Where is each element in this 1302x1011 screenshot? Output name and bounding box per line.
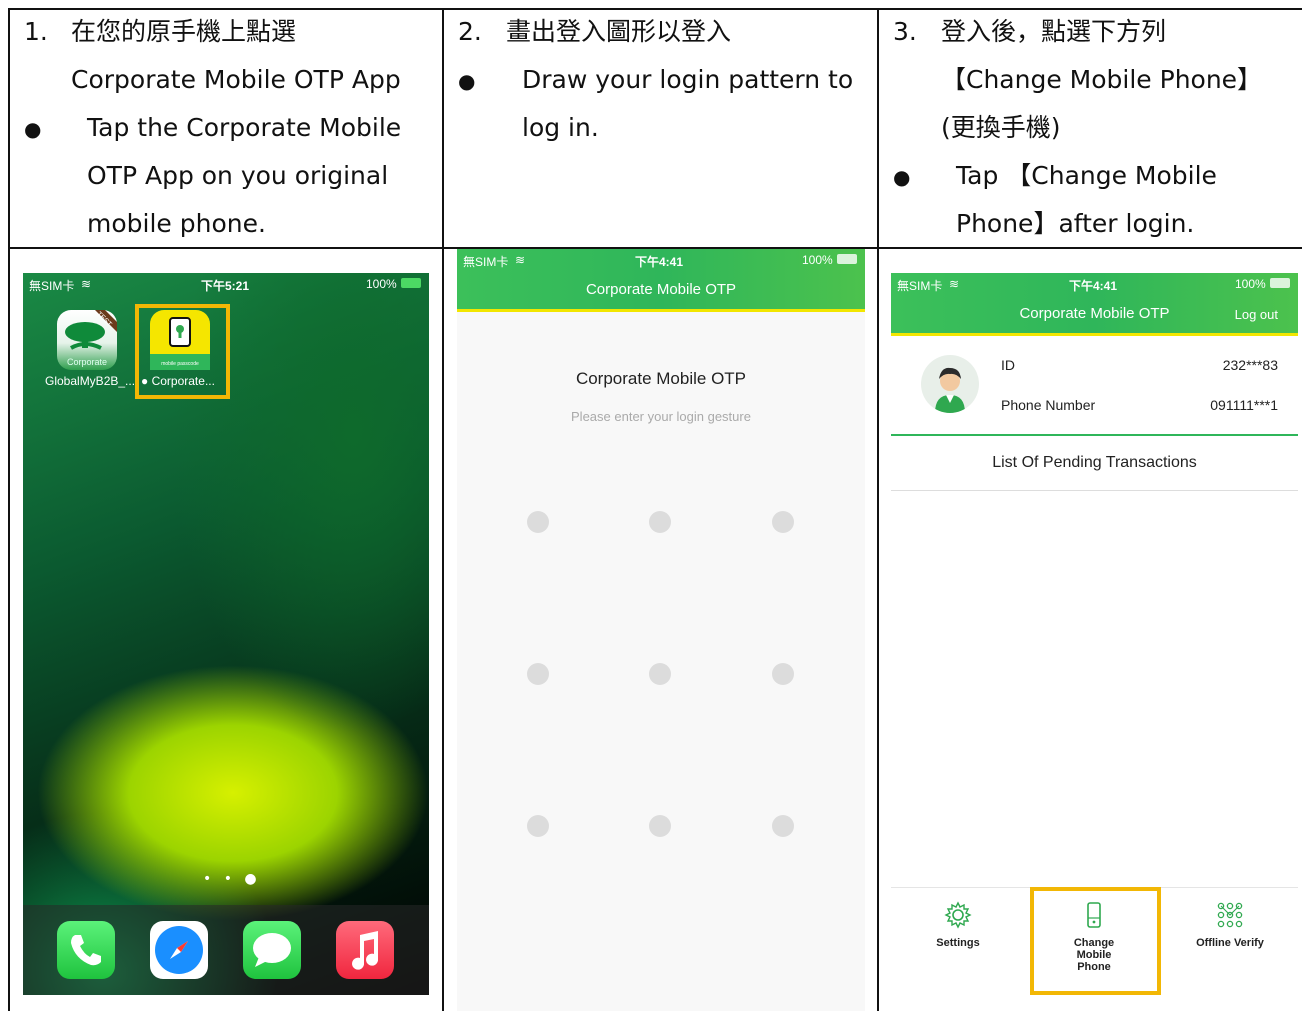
step-1-bullet: ●	[24, 117, 42, 141]
login-gesture-screenshot: 無SIM卡 ≋ 下午4:41 100% Corporate Mobile OTP…	[457, 249, 865, 1011]
step-3-number: 3.	[893, 17, 917, 46]
tab-highlight-box	[1030, 887, 1161, 995]
clock-text: 下午4:41	[635, 255, 684, 269]
step-1-number: 1.	[24, 17, 48, 46]
carrier-text: 無SIM卡	[29, 279, 75, 293]
step-3-zh3: (更換手機)	[941, 113, 1061, 142]
gesture-dot[interactable]	[527, 815, 549, 837]
battery-icon	[837, 254, 857, 264]
step-2-bullet: ●	[458, 69, 476, 93]
gesture-dot[interactable]	[649, 511, 671, 533]
id-label: ID	[1001, 357, 1015, 373]
carrier-text: 無SIM卡	[463, 255, 509, 269]
phone-handset-icon	[71, 935, 101, 966]
carrier-text: 無SIM卡	[897, 279, 943, 293]
grid-pattern-icon	[1217, 902, 1243, 928]
home-screen-screenshot: 無SIM卡 ≋ 下午5:21 100% TEST Corporate Globa…	[23, 273, 429, 995]
id-value: 232***83	[1222, 357, 1278, 373]
gear-icon	[944, 901, 972, 929]
gesture-dot[interactable]	[527, 511, 549, 533]
wifi-icon: ≋	[81, 277, 92, 291]
tab-offline-verify[interactable]: Offline Verify	[1180, 900, 1280, 949]
battery-text: 100%	[366, 277, 397, 291]
gesture-dot[interactable]	[527, 663, 549, 685]
gesture-dot[interactable]	[772, 663, 794, 685]
phone-number-label: Phone Number	[1001, 397, 1096, 413]
step-2-zh: 畫出登入圖形以登入	[506, 17, 732, 46]
wifi-icon: ≋	[515, 253, 526, 267]
tab-settings-label: Settings	[936, 937, 980, 949]
step-1-en-line-2: OTP App on you original	[87, 161, 389, 190]
globalmyb2b-app-label: GlobalMyB2B_...	[45, 374, 136, 388]
step-3-en-line-1: Tap 【Change Mobile	[956, 161, 1217, 190]
globalmyb2b-app-icon[interactable]: TEST Corporate	[57, 310, 117, 370]
safari-app-icon[interactable]	[150, 921, 208, 979]
app-header: 無SIM卡 ≋ 下午4:41 100% Corporate Mobile OTP…	[891, 273, 1298, 336]
page-indicator-dots: • • ●	[203, 871, 261, 887]
login-subtitle: Please enter your login gesture	[571, 409, 751, 424]
pending-transactions-title[interactable]: List Of Pending Transactions	[891, 454, 1298, 472]
clock-text: 下午4:41	[1069, 279, 1118, 293]
battery-icon	[1270, 278, 1290, 288]
app-highlight-box	[135, 304, 230, 399]
table-col-divider-1	[442, 8, 444, 1011]
step-1-en-line-3: mobile phone.	[87, 209, 266, 238]
gesture-dot[interactable]	[772, 511, 794, 533]
user-avatar-icon	[935, 367, 965, 413]
clock-text: 下午5:21	[201, 279, 250, 293]
music-note-icon	[352, 931, 379, 970]
status-bar: 無SIM卡 ≋ 下午4:41 100%	[891, 273, 1298, 295]
step-1-zh: 在您的原手機上點選	[71, 17, 297, 46]
phone-number-value: 091111***1	[1210, 397, 1278, 413]
step-1-en-line-1: Tap the Corporate Mobile	[87, 113, 402, 142]
wifi-icon: ≋	[949, 277, 960, 291]
app-icon-caption: Corporate	[66, 357, 108, 367]
login-title: Corporate Mobile OTP	[575, 369, 747, 388]
battery-icon	[401, 278, 421, 288]
account-screenshot: 無SIM卡 ≋ 下午4:41 100% Corporate Mobile OTP…	[891, 273, 1298, 1011]
avatar	[921, 355, 979, 413]
step-2-en-line-2: log in.	[522, 113, 599, 142]
messages-app-icon[interactable]	[243, 921, 301, 979]
battery-text: 100%	[1235, 277, 1266, 291]
gesture-dot[interactable]	[772, 815, 794, 837]
step-3-zh2: 【Change Mobile Phone】	[941, 65, 1263, 94]
app-header: 無SIM卡 ≋ 下午4:41 100% Corporate Mobile OTP	[457, 249, 865, 312]
step-2-number: 2.	[458, 17, 482, 46]
header-title: Corporate Mobile OTP	[585, 281, 737, 298]
battery-text: 100%	[802, 253, 833, 267]
step-3-en-line-2: Phone】after login.	[956, 209, 1195, 238]
table-left-border	[8, 8, 10, 1011]
compass-icon	[155, 926, 203, 974]
phone-app-icon[interactable]	[57, 921, 115, 979]
status-bar: 無SIM卡 ≋ 下午4:41 100%	[457, 249, 865, 271]
green-divider	[891, 434, 1298, 436]
step-3-zh: 登入後，點選下方列	[941, 17, 1167, 46]
gesture-dot[interactable]	[649, 663, 671, 685]
step-2-en-line-1: Draw your login pattern to	[522, 65, 854, 94]
table-col-divider-2	[877, 8, 879, 1011]
chat-bubble-icon	[253, 933, 291, 967]
logout-button[interactable]: Log out	[1235, 307, 1278, 322]
divider	[891, 490, 1298, 491]
tab-settings[interactable]: Settings	[908, 900, 1008, 949]
gesture-dot[interactable]	[649, 815, 671, 837]
tab-offline-verify-label: Offline Verify	[1196, 937, 1264, 949]
music-app-icon[interactable]	[336, 921, 394, 979]
dock	[23, 905, 429, 995]
step-3-bullet: ●	[893, 165, 911, 189]
step-1-zh2: Corporate Mobile OTP App	[71, 65, 401, 94]
status-bar: 無SIM卡 ≋ 下午5:21 100%	[23, 273, 429, 295]
